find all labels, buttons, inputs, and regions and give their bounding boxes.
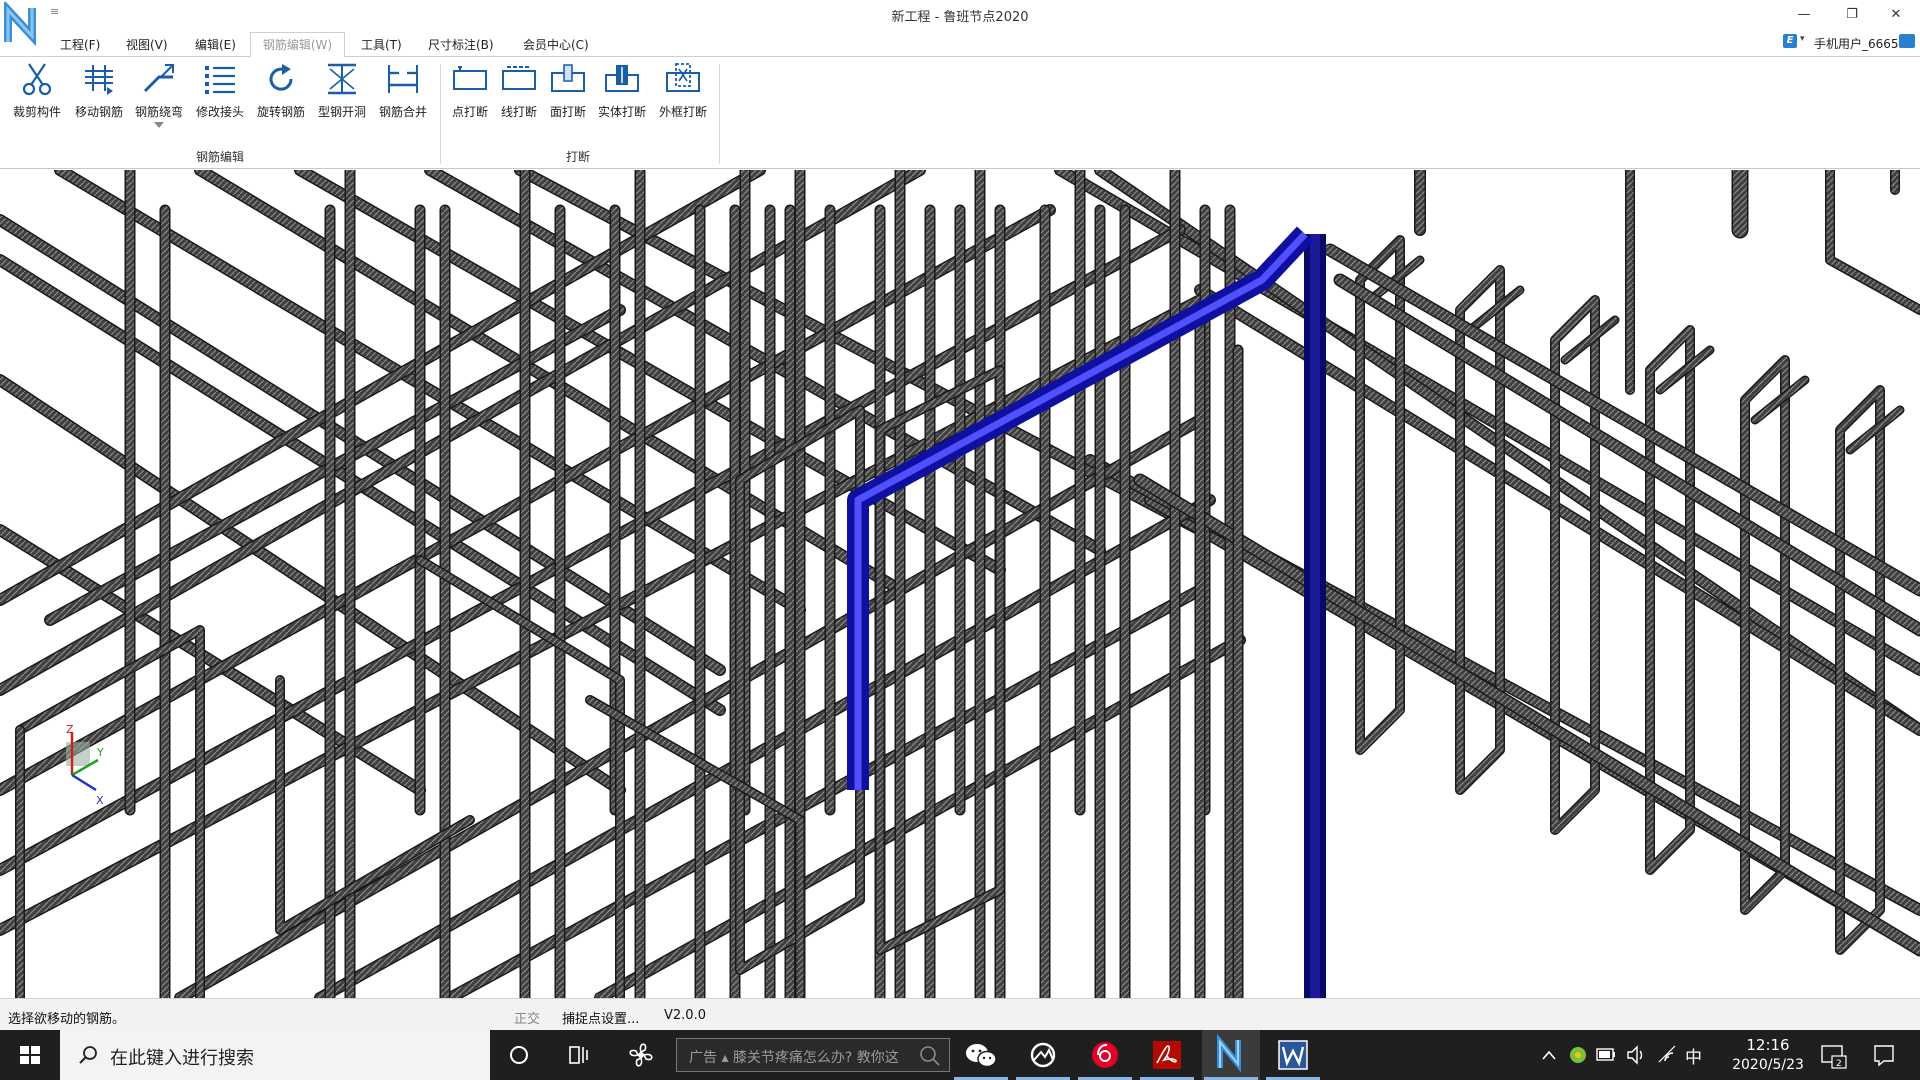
volume-icon[interactable] (1624, 1030, 1648, 1080)
chevron-down-icon[interactable] (154, 122, 164, 128)
search-icon (79, 1046, 97, 1064)
tool-move-rebar[interactable]: 移动钢筋 (70, 61, 128, 131)
minimize-button[interactable]: — (1784, 4, 1824, 26)
user-name[interactable]: 手机用户_6665 (1814, 35, 1899, 52)
notification-count: 2 (1836, 1059, 1842, 1069)
taskbar-search-box[interactable]: 在此键入进行搜索 (60, 1030, 490, 1080)
tool-label: 旋转钢筋 (256, 105, 305, 119)
tool-merge-rebar[interactable]: 钢筋合并 (374, 61, 432, 131)
tool-frame-break[interactable]: 外框打断 (654, 61, 712, 131)
tool-face-break[interactable]: 面打断 (539, 61, 597, 131)
status-bar: 选择欲移动的钢筋。 正交 捕捉点设置... V2.0.0 (0, 998, 1920, 1030)
rotate-icon (269, 64, 293, 91)
netease-music-icon[interactable] (1076, 1030, 1134, 1080)
menu-project[interactable]: 工程(F) (60, 36, 100, 53)
axis-y-label: Y (96, 746, 104, 759)
group-separator (719, 64, 720, 164)
solid-break-icon (605, 65, 639, 92)
bend-rebar-icon (143, 64, 174, 93)
rebar-scene[interactable]: Z Y X (0, 170, 1920, 998)
merge-rebar-icon (388, 65, 418, 93)
tool-rotate-rebar[interactable]: 旋转钢筋 (252, 61, 310, 131)
clock-time[interactable]: 12:16 (1736, 1036, 1800, 1054)
wifi-icon[interactable] (1655, 1030, 1679, 1080)
tool-label: 外框打断 (658, 105, 707, 119)
battery-icon[interactable] (1594, 1030, 1618, 1080)
status-prompt: 选择欲移动的钢筋。 (8, 1012, 126, 1027)
snap-settings-button[interactable]: 捕捉点设置... (562, 1008, 639, 1027)
message-icon[interactable] (1899, 34, 1915, 48)
cortana-icon[interactable] (490, 1030, 548, 1080)
restore-button[interactable]: ❐ (1832, 4, 1872, 26)
tool-steel-hole[interactable]: 型钢开洞 (313, 61, 371, 131)
menu-rebar-edit[interactable]: 钢筋编辑(W) (250, 32, 345, 58)
tool-modify-joint[interactable]: 修改接头 (191, 61, 249, 131)
axis-x-label: X (96, 794, 104, 807)
line-break-icon (502, 66, 536, 90)
close-button[interactable]: ✕ (1876, 4, 1916, 26)
fan-app-icon[interactable] (612, 1030, 670, 1080)
frame-break-icon (666, 63, 700, 92)
ad-search-box[interactable]: 广告 ▴ 膝关节疼痛怎么办? 教你这 (676, 1038, 950, 1072)
title-bar: ≡ 新工程 - 鲁班节点2020 — ❐ ✕ (0, 0, 1920, 47)
group-label-break: 打断 (566, 150, 591, 164)
tool-solid-break[interactable]: 实体打断 (593, 61, 651, 131)
3d-viewport[interactable]: Z Y X (0, 170, 1920, 998)
ad-text: 广告 ▴ 膝关节疼痛怎么办? 教你这 (689, 1050, 899, 1066)
wechat-icon[interactable] (952, 1030, 1010, 1080)
group-label-rebar-edit: 钢筋编辑 (196, 150, 245, 164)
search-icon[interactable] (919, 1045, 941, 1067)
luban-app-icon[interactable] (1202, 1030, 1260, 1080)
menu-dimension[interactable]: 尺寸标注(B) (428, 36, 494, 53)
face-break-icon (551, 64, 585, 92)
input-method-indicator[interactable]: 中 (1685, 1043, 1702, 1068)
action-center-icon[interactable] (1864, 1030, 1904, 1080)
rebar[interactable] (1135, 475, 1920, 955)
taskbar: 在此键入进行搜索 广告 ▴ 膝关节疼痛怎么办? 教你这 中 12:16 2020… (0, 1030, 1920, 1080)
tool-label: 实体打断 (597, 105, 646, 119)
version-label: V2.0.0 (664, 1008, 706, 1023)
menu-tools[interactable]: 工具(T) (361, 36, 402, 53)
scissors-icon (22, 63, 52, 96)
rebar[interactable] (1826, 170, 1920, 314)
task-view-icon[interactable] (550, 1030, 608, 1080)
tool-label: 面打断 (549, 105, 586, 119)
word-icon[interactable] (1264, 1030, 1322, 1080)
tool-label: 钢筋绕弯 (134, 105, 183, 119)
browser-icon[interactable] (1014, 1030, 1072, 1080)
ribbon-toolbar: 裁剪构件 移动钢筋 钢筋绕弯 修改接头 旋转钢筋 型钢开洞 钢筋合并 钢筋编辑 … (0, 58, 1920, 169)
application-window: ≡ 新工程 - 鲁班节点2020 — ❐ ✕ 工程(F) 视图(V) 编辑(E)… (0, 0, 1920, 1080)
axis-z-label: Z (66, 723, 74, 736)
clock-date[interactable]: 2020/5/23 (1712, 1057, 1824, 1073)
qq-pcmgr-icon[interactable] (1566, 1030, 1590, 1080)
windows-start-icon[interactable] (0, 1030, 60, 1080)
tool-label: 修改接头 (195, 105, 244, 119)
search-placeholder: 在此键入进行搜索 (110, 1048, 254, 1069)
tool-label: 移动钢筋 (74, 105, 123, 119)
steel-hole-icon (328, 63, 356, 95)
account-e-icon[interactable]: E (1783, 34, 1797, 48)
account-dropdown-icon[interactable]: ▾ (1800, 34, 1805, 44)
chevron-up-icon[interactable] (1538, 1030, 1560, 1080)
acrobat-icon[interactable] (1138, 1030, 1196, 1080)
tool-label: 型钢开洞 (317, 105, 366, 119)
tool-cut-component[interactable]: 裁剪构件 (8, 61, 66, 131)
menu-view[interactable]: 视图(V) (126, 36, 168, 53)
list-joint-icon (205, 66, 235, 94)
tool-bend-rebar[interactable]: 钢筋绕弯 (130, 61, 188, 131)
menu-member-center[interactable]: 会员中心(C) (523, 36, 589, 53)
notes-icon[interactable]: 2 (1816, 1030, 1852, 1080)
move-rebar-icon (85, 65, 113, 95)
ortho-toggle[interactable]: 正交 (514, 1008, 540, 1027)
tool-label: 钢筋合并 (378, 105, 427, 119)
tool-label: 裁剪构件 (12, 105, 61, 119)
rebar[interactable] (0, 170, 765, 605)
menu-edit[interactable]: 编辑(E) (195, 36, 236, 53)
point-break-icon (453, 66, 487, 90)
rebar[interactable] (0, 170, 925, 695)
window-title: 新工程 - 鲁班节点2020 (891, 10, 1029, 25)
menu-bar: 工程(F) 视图(V) 编辑(E) 钢筋编辑(W) 工具(T) 尺寸标注(B) … (0, 30, 1920, 58)
